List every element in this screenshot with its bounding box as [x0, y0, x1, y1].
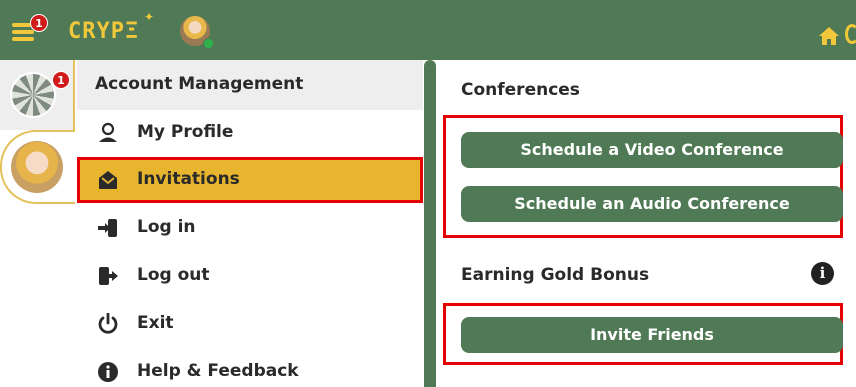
- invite-friends-button[interactable]: Invite Friends: [461, 317, 843, 353]
- menu-item-log-out[interactable]: Log out: [77, 253, 423, 299]
- login-icon: [98, 219, 117, 237]
- menu-item-label: Invitations: [137, 169, 240, 189]
- menu-item-label: My Profile: [137, 122, 234, 142]
- top-bar: 1 CRYPΞ ✦: [0, 0, 856, 60]
- menu-item-exit[interactable]: Exit: [77, 301, 423, 347]
- schedule-video-conference-button[interactable]: Schedule a Video Conference: [461, 132, 843, 168]
- menu-item-invitations[interactable]: Invitations: [77, 157, 423, 203]
- menu-item-label: Log out: [137, 265, 210, 285]
- menu-item-label: Log in: [137, 217, 196, 237]
- chat-icon[interactable]: [845, 24, 856, 44]
- power-icon: [98, 313, 118, 334]
- selected-account-slot[interactable]: [0, 130, 75, 204]
- gold-bonus-heading: Earning Gold Bonus: [461, 265, 650, 285]
- user-icon: [99, 122, 117, 142]
- group-avatar-slot: 1: [0, 60, 75, 130]
- account-menu: Account Management My Profile Invitation…: [77, 60, 423, 387]
- user-avatar[interactable]: [11, 141, 63, 193]
- info-icon[interactable]: i: [811, 262, 834, 285]
- menu-header: Account Management: [77, 60, 423, 110]
- menu-item-label: Exit: [137, 313, 174, 333]
- logo-star-icon: ✦: [144, 10, 155, 24]
- schedule-audio-conference-button[interactable]: Schedule an Audio Conference: [461, 186, 843, 222]
- menu-item-log-in[interactable]: Log in: [77, 205, 423, 251]
- group-notification-badge: 1: [52, 71, 70, 89]
- avatar-rail: 1: [0, 60, 75, 387]
- home-icon[interactable]: [818, 26, 840, 46]
- app-logo: CRYPΞ: [68, 19, 140, 44]
- menu-item-label: Help & Feedback: [137, 361, 299, 381]
- envelope-icon: [99, 171, 117, 189]
- panel-divider-scrollbar[interactable]: [424, 60, 436, 387]
- menu-title: Account Management: [95, 74, 304, 94]
- menu-item-my-profile[interactable]: My Profile: [77, 110, 423, 156]
- group-avatar[interactable]: [10, 72, 56, 118]
- logout-icon: [99, 267, 118, 285]
- info-icon: [98, 362, 118, 382]
- notification-badge: 1: [30, 14, 48, 32]
- right-panel: Conferences Schedule a Video Conference …: [436, 60, 856, 387]
- online-status-indicator: [203, 38, 214, 49]
- menu-item-help-feedback[interactable]: Help & Feedback: [77, 349, 423, 387]
- conferences-heading: Conferences: [461, 80, 580, 100]
